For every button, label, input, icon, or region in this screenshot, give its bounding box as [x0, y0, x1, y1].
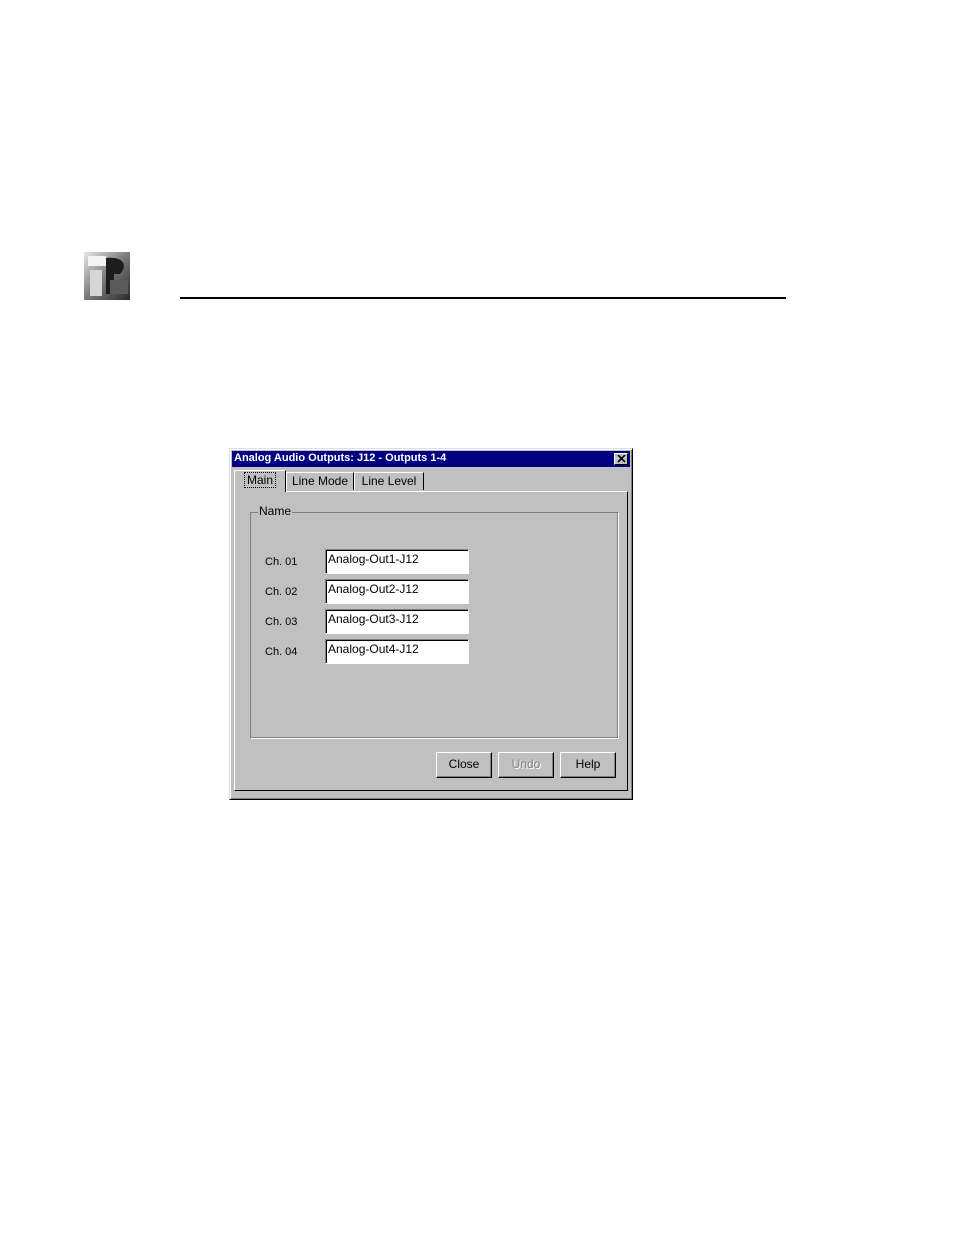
channel-label: Ch. 04 — [265, 646, 298, 658]
undo-button[interactable]: Undo — [498, 752, 554, 778]
tab-panel-main: Name Ch. 01 Analog-Out1-J12 Ch. 02 Analo… — [234, 491, 628, 791]
channel-label: Ch. 03 — [265, 616, 298, 628]
channel-name-field[interactable]: Analog-Out3-J12 — [325, 609, 469, 634]
tab-line-level[interactable]: Line Level — [354, 472, 424, 490]
groupbox-label: Name — [258, 504, 293, 518]
tab-main-label: Main — [243, 472, 277, 488]
channel-name-field[interactable]: Analog-Out2-J12 — [325, 579, 469, 604]
help-button[interactable]: Help — [560, 752, 616, 778]
channel-label: Ch. 02 — [265, 586, 298, 598]
horizontal-rule — [180, 297, 786, 299]
title-close-button[interactable] — [614, 453, 628, 465]
tab-line-level-label: Line Level — [361, 474, 417, 488]
channel-row: Ch. 02 Analog-Out2-J12 — [251, 579, 617, 605]
close-icon — [617, 455, 626, 463]
channel-label: Ch. 01 — [265, 556, 298, 568]
tab-main[interactable]: Main — [234, 470, 286, 492]
channel-name-field[interactable]: Analog-Out1-J12 — [325, 549, 469, 574]
title-bar[interactable]: Analog Audio Outputs: J12 - Outputs 1-4 — [232, 451, 630, 467]
channel-row: Ch. 01 Analog-Out1-J12 — [251, 549, 617, 575]
tab-line-mode-label: Line Mode — [291, 474, 349, 488]
name-groupbox: Name Ch. 01 Analog-Out1-J12 Ch. 02 Analo… — [250, 504, 618, 738]
channel-row: Ch. 03 Analog-Out3-J12 — [251, 609, 617, 635]
channel-row: Ch. 04 Analog-Out4-J12 — [251, 639, 617, 665]
analog-audio-outputs-dialog: Analog Audio Outputs: J12 - Outputs 1-4 … — [229, 448, 633, 800]
close-button[interactable]: Close — [436, 752, 492, 778]
company-logo-icon — [84, 252, 130, 300]
tab-line-mode[interactable]: Line Mode — [286, 472, 354, 490]
dialog-title: Analog Audio Outputs: J12 - Outputs 1-4 — [234, 452, 447, 464]
channel-name-field[interactable]: Analog-Out4-J12 — [325, 639, 469, 664]
